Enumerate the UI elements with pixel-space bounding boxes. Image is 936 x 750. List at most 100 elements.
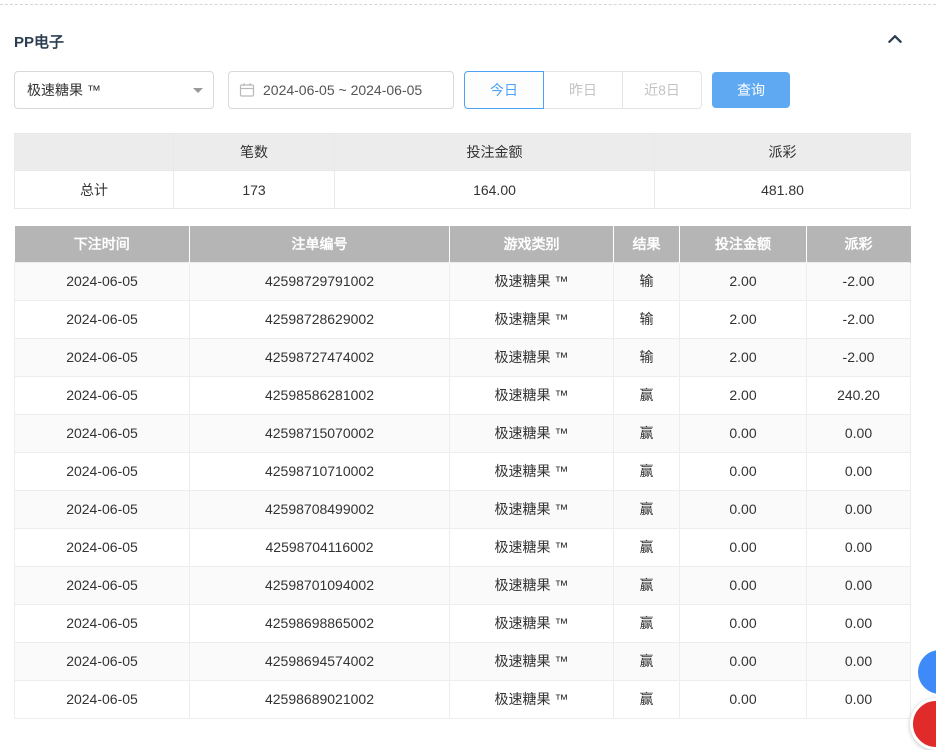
cell-order-id: 42598701094002 <box>190 566 450 604</box>
cell-payout: 0.00 <box>807 680 911 718</box>
cell-bet-time: 2024-06-05 <box>15 338 190 376</box>
cell-result: 输 <box>614 338 680 376</box>
search-button[interactable]: 查询 <box>712 72 790 108</box>
range-button-yesterday[interactable]: 昨日 <box>543 71 623 109</box>
cell-game-type: 极速糖果 ™ <box>450 604 614 642</box>
quick-range-group: 今日 昨日 近8日 <box>464 71 702 109</box>
panel-header: PP电子 <box>14 30 904 53</box>
table-row: 2024-06-05 42598586281002 极速糖果 ™ 赢 2.00 … <box>15 376 911 414</box>
cell-result: 赢 <box>614 680 680 718</box>
summary-total-bet: 164.00 <box>335 171 655 209</box>
cell-bet-amount: 0.00 <box>680 566 807 604</box>
date-range-input[interactable]: 2024-06-05 ~ 2024-06-05 <box>228 71 454 109</box>
cell-order-id: 42598715070002 <box>190 414 450 452</box>
summary-corner-cell <box>15 134 174 171</box>
cell-order-id: 42598728629002 <box>190 300 450 338</box>
cell-bet-amount: 0.00 <box>680 490 807 528</box>
summary-total-count: 173 <box>174 171 335 209</box>
summary-header-count: 笔数 <box>174 134 335 171</box>
cell-bet-amount: 0.00 <box>680 528 807 566</box>
col-header-payout: 派彩 <box>807 226 911 262</box>
range-button-last8days[interactable]: 近8日 <box>622 71 702 109</box>
cell-payout: 0.00 <box>807 528 911 566</box>
cell-bet-amount: 0.00 <box>680 642 807 680</box>
game-select[interactable]: 极速糖果 ™ <box>14 71 214 109</box>
table-row: 2024-06-05 42598728629002 极速糖果 ™ 输 2.00 … <box>15 300 911 338</box>
collapse-button[interactable] <box>886 30 904 53</box>
cell-game-type: 极速糖果 ™ <box>450 262 614 300</box>
cell-game-type: 极速糖果 ™ <box>450 452 614 490</box>
cell-result: 输 <box>614 262 680 300</box>
chat-widget-button[interactable] <box>918 650 936 694</box>
page-title: PP电子 <box>14 31 64 52</box>
bet-records-table: 下注时间 注单编号 游戏类别 结果 投注金额 派彩 2024-06-05 425… <box>14 226 911 719</box>
table-row: 2024-06-05 42598698865002 极速糖果 ™ 赢 0.00 … <box>15 604 911 642</box>
table-row: 2024-06-05 42598689021002 极速糖果 ™ 赢 0.00 … <box>15 680 911 718</box>
table-row: 2024-06-05 42598708499002 极速糖果 ™ 赢 0.00 … <box>15 490 911 528</box>
cell-game-type: 极速糖果 ™ <box>450 376 614 414</box>
cell-game-type: 极速糖果 ™ <box>450 566 614 604</box>
cell-bet-amount: 0.00 <box>680 604 807 642</box>
cell-result: 赢 <box>614 642 680 680</box>
cell-payout: 240.20 <box>807 376 911 414</box>
cell-payout: -2.00 <box>807 300 911 338</box>
cell-payout: 0.00 <box>807 452 911 490</box>
cell-game-type: 极速糖果 ™ <box>450 528 614 566</box>
filter-bar: 极速糖果 ™ 2024-06-05 ~ 2024-06-05 今日 昨日 近8日… <box>14 71 922 109</box>
col-header-result: 结果 <box>614 226 680 262</box>
cell-order-id: 42598689021002 <box>190 680 450 718</box>
bet-table-body: 2024-06-05 42598729791002 极速糖果 ™ 输 2.00 … <box>15 262 911 718</box>
cell-game-type: 极速糖果 ™ <box>450 490 614 528</box>
table-row: 2024-06-05 42598701094002 极速糖果 ™ 赢 0.00 … <box>15 566 911 604</box>
cell-bet-amount: 2.00 <box>680 262 807 300</box>
cell-order-id: 42598586281002 <box>190 376 450 414</box>
cell-bet-time: 2024-06-05 <box>15 300 190 338</box>
cell-payout: 0.00 <box>807 642 911 680</box>
range-button-today[interactable]: 今日 <box>464 71 544 109</box>
cell-order-id: 42598727474002 <box>190 338 450 376</box>
cell-order-id: 42598708499002 <box>190 490 450 528</box>
game-select-value: 极速糖果 ™ <box>27 80 101 100</box>
col-header-bet-time: 下注时间 <box>15 226 190 262</box>
summary-table: 笔数 投注金额 派彩 总计 173 164.00 481.80 <box>14 133 911 209</box>
top-divider <box>0 4 936 5</box>
cell-bet-amount: 2.00 <box>680 376 807 414</box>
cell-result: 输 <box>614 300 680 338</box>
cell-result: 赢 <box>614 604 680 642</box>
cell-payout: 0.00 <box>807 604 911 642</box>
chevron-down-icon <box>193 88 203 98</box>
col-header-order-id: 注单编号 <box>190 226 450 262</box>
cell-bet-time: 2024-06-05 <box>15 490 190 528</box>
cell-bet-time: 2024-06-05 <box>15 414 190 452</box>
calendar-icon <box>239 82 255 98</box>
cell-order-id: 42598710710002 <box>190 452 450 490</box>
cell-bet-time: 2024-06-05 <box>15 262 190 300</box>
cell-payout: -2.00 <box>807 262 911 300</box>
cell-game-type: 极速糖果 ™ <box>450 680 614 718</box>
cell-bet-time: 2024-06-05 <box>15 528 190 566</box>
cell-result: 赢 <box>614 566 680 604</box>
cell-payout: 0.00 <box>807 414 911 452</box>
cell-result: 赢 <box>614 452 680 490</box>
cell-result: 赢 <box>614 490 680 528</box>
summary-total-payout: 481.80 <box>655 171 911 209</box>
date-range-value: 2024-06-05 ~ 2024-06-05 <box>263 82 422 98</box>
cell-result: 赢 <box>614 414 680 452</box>
cell-order-id: 42598729791002 <box>190 262 450 300</box>
col-header-bet-amount: 投注金额 <box>680 226 807 262</box>
cell-payout: 0.00 <box>807 490 911 528</box>
cell-game-type: 极速糖果 ™ <box>450 414 614 452</box>
summary-header-bet: 投注金额 <box>335 134 655 171</box>
service-widget-button[interactable] <box>910 698 936 750</box>
cell-bet-amount: 0.00 <box>680 680 807 718</box>
summary-header-payout: 派彩 <box>655 134 911 171</box>
chevron-up-icon <box>886 30 904 53</box>
summary-total-row: 总计 173 164.00 481.80 <box>15 171 911 209</box>
summary-total-label: 总计 <box>15 171 174 209</box>
cell-order-id: 42598698865002 <box>190 604 450 642</box>
cell-bet-amount: 0.00 <box>680 414 807 452</box>
cell-bet-amount: 0.00 <box>680 452 807 490</box>
table-row: 2024-06-05 42598710710002 极速糖果 ™ 赢 0.00 … <box>15 452 911 490</box>
table-row: 2024-06-05 42598715070002 极速糖果 ™ 赢 0.00 … <box>15 414 911 452</box>
cell-result: 赢 <box>614 528 680 566</box>
